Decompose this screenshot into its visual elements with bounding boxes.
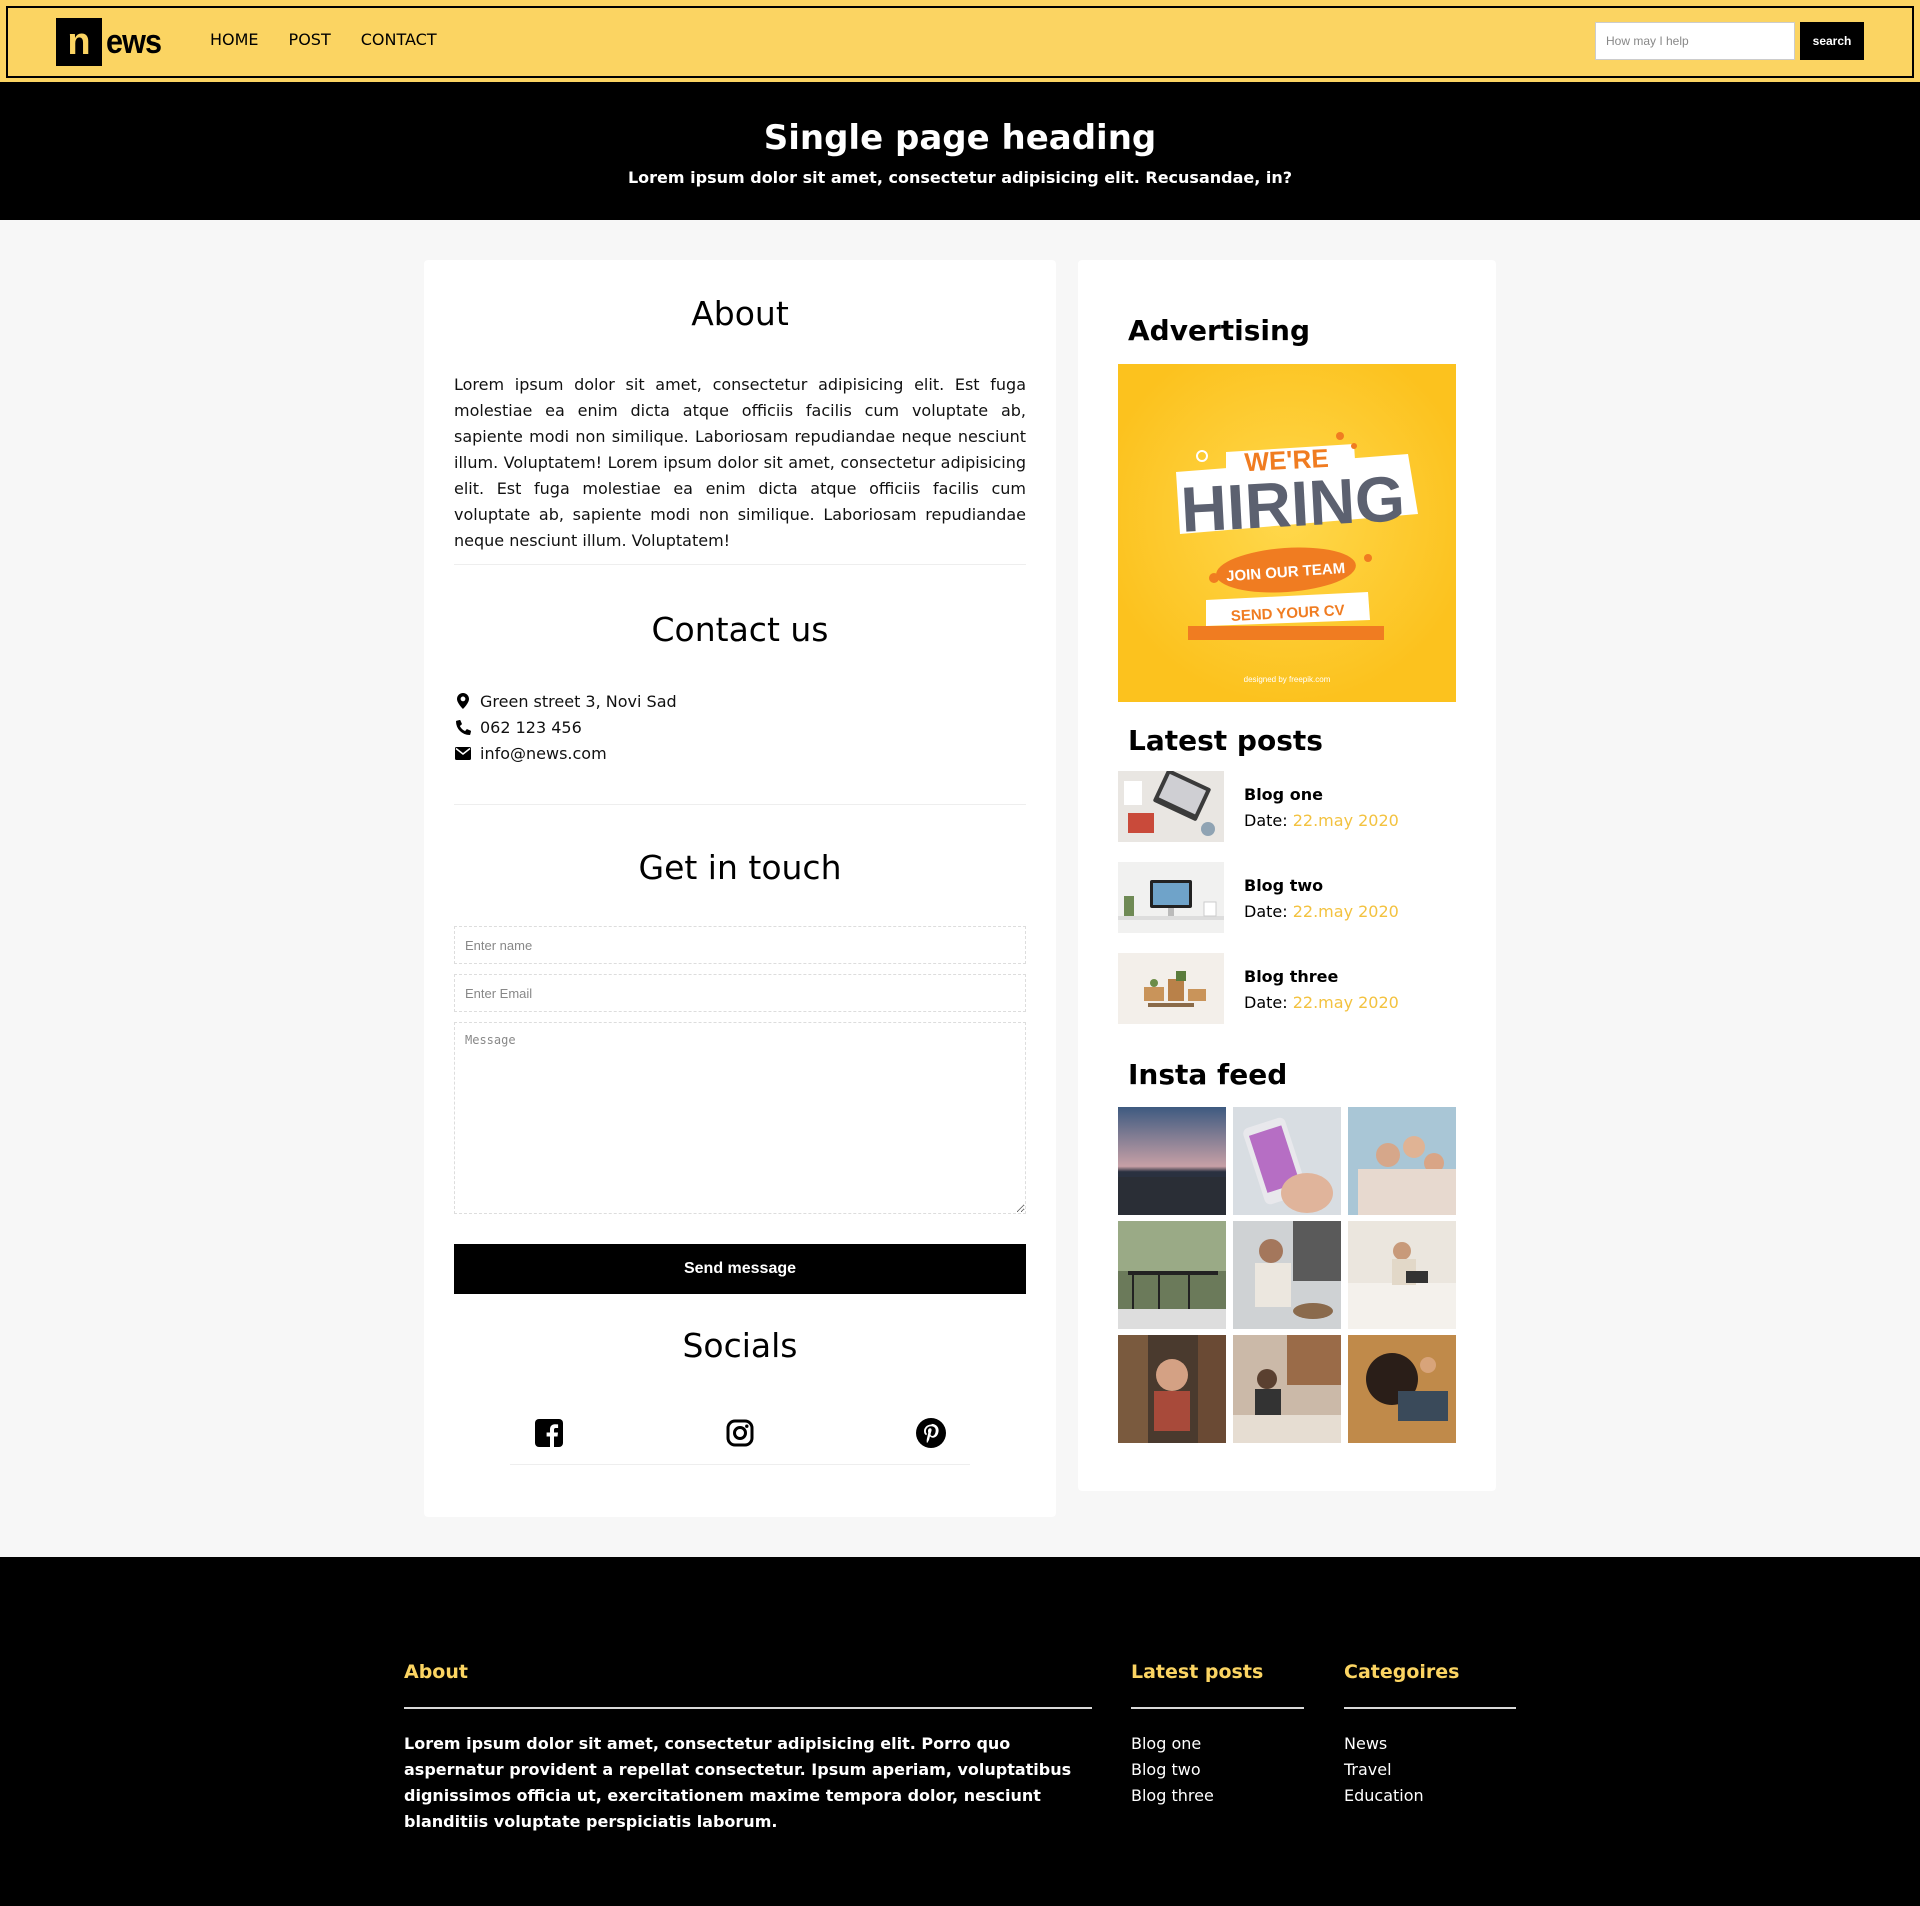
nav-post-link[interactable]: POST — [289, 30, 331, 49]
hiring-ad-banner[interactable]: WE'RE HIRING JOIN OUR TEAM SEND YOUR CV … — [1118, 364, 1456, 702]
post-date-value: 22.may 2020 — [1292, 993, 1399, 1012]
hero-banner: Single page heading Lorem ipsum dolor si… — [0, 82, 1920, 220]
latest-post-item[interactable]: Blog one Date: 22.may 2020 — [1118, 771, 1458, 843]
site-footer: About Lorem ipsum dolor sit amet, consec… — [0, 1557, 1920, 1906]
map-marker-icon — [454, 692, 472, 710]
latest-post-item[interactable]: Blog three Date: 22.may 2020 — [1118, 953, 1458, 1025]
contact-email[interactable]: info@news.com — [480, 744, 607, 763]
post-date-value: 22.may 2020 — [1292, 902, 1399, 921]
post-date: Date: 22.may 2020 — [1244, 902, 1399, 921]
nav-contact-link[interactable]: CONTACT — [361, 30, 437, 49]
insta-photo[interactable] — [1348, 1107, 1456, 1215]
search-input[interactable] — [1595, 22, 1795, 60]
about-text: Lorem ipsum dolor sit amet, consectetur … — [454, 375, 1026, 550]
footer-categories-list: News Travel Education — [1344, 1731, 1424, 1809]
insta-photo[interactable] — [1348, 1221, 1456, 1329]
footer-latest-title: Latest posts — [1131, 1661, 1264, 1683]
main-nav: HOME POST CONTACT — [210, 30, 437, 49]
pinterest-icon[interactable] — [914, 1416, 948, 1450]
footer-about-title: About — [404, 1661, 468, 1683]
envelope-icon — [454, 744, 472, 762]
footer-about-text: Lorem ipsum dolor sit amet, consectetur … — [404, 1734, 1072, 1831]
divider — [1344, 1707, 1516, 1709]
ad-credit: designed by freepik.com — [1244, 675, 1331, 684]
insta-photo[interactable] — [1118, 1107, 1226, 1215]
post-date-value: 22.may 2020 — [1292, 811, 1399, 830]
contact-list: Green street 3, Novi Sad 062 123 456 inf… — [454, 688, 677, 766]
post-title[interactable]: Blog one — [1244, 785, 1323, 804]
advertising-title: Advertising — [1128, 314, 1310, 347]
post-thumbnail[interactable] — [1118, 862, 1224, 933]
search-button[interactable]: search — [1800, 22, 1864, 60]
insta-photo[interactable] — [1233, 1335, 1341, 1443]
email-field[interactable] — [454, 974, 1026, 1012]
footer-latest-link[interactable]: Blog two — [1131, 1757, 1214, 1783]
post-thumbnail[interactable] — [1118, 771, 1224, 842]
footer-categories-title: Categoires — [1344, 1661, 1460, 1683]
phone-icon — [454, 718, 472, 736]
socials-title: Socials — [682, 1326, 798, 1365]
message-textarea[interactable] — [454, 1022, 1026, 1214]
get-in-touch-title: Get in touch — [638, 848, 842, 887]
post-date-label: Date: — [1244, 993, 1288, 1012]
contact-email-row: info@news.com — [454, 740, 677, 766]
contact-phone[interactable]: 062 123 456 — [480, 718, 582, 737]
post-thumbnail[interactable] — [1118, 953, 1224, 1024]
send-message-button[interactable]: Send message — [454, 1244, 1026, 1294]
post-title[interactable]: Blog two — [1244, 876, 1323, 895]
divider — [510, 1464, 970, 1465]
post-date: Date: 22.may 2020 — [1244, 993, 1399, 1012]
divider — [404, 1707, 1092, 1709]
logo-rest: ews — [106, 22, 162, 61]
latest-post-item[interactable]: Blog two Date: 22.may 2020 — [1118, 862, 1458, 934]
page-heading: Single page heading — [763, 118, 1157, 158]
facebook-icon[interactable] — [532, 1416, 566, 1450]
insta-photo[interactable] — [1348, 1335, 1456, 1443]
post-date: Date: 22.may 2020 — [1244, 811, 1399, 830]
insta-photo[interactable] — [1118, 1221, 1226, 1329]
post-date-label: Date: — [1244, 811, 1288, 830]
about-title: About — [691, 294, 789, 333]
page-subheading: Lorem ipsum dolor sit amet, consectetur … — [627, 168, 1293, 187]
divider — [454, 564, 1026, 565]
footer-category-link[interactable]: Education — [1344, 1783, 1424, 1809]
insta-photo[interactable] — [1118, 1335, 1226, 1443]
insta-photo[interactable] — [1233, 1107, 1341, 1215]
footer-category-link[interactable]: Travel — [1344, 1757, 1424, 1783]
nav-home-link[interactable]: HOME — [210, 30, 259, 49]
insta-feed-title: Insta feed — [1128, 1058, 1288, 1091]
contact-title: Contact us — [651, 610, 829, 649]
footer-latest-list: Blog one Blog two Blog three — [1131, 1731, 1214, 1809]
footer-category-link[interactable]: News — [1344, 1731, 1424, 1757]
divider — [1131, 1707, 1304, 1709]
post-title[interactable]: Blog three — [1244, 967, 1338, 986]
navbar: n ews HOME POST CONTACT search — [0, 0, 1920, 82]
insta-photo[interactable] — [1233, 1221, 1341, 1329]
site-logo[interactable]: n ews — [56, 18, 167, 66]
latest-posts-title: Latest posts — [1128, 724, 1323, 757]
contact-phone-row: 062 123 456 — [454, 714, 677, 740]
instagram-icon[interactable] — [723, 1416, 757, 1450]
logo-initial: n — [56, 18, 102, 66]
contact-address: Green street 3, Novi Sad — [480, 691, 677, 711]
name-field[interactable] — [454, 926, 1026, 964]
footer-latest-link[interactable]: Blog three — [1131, 1783, 1214, 1809]
ad-line2: HIRING — [1179, 462, 1406, 546]
footer-latest-link[interactable]: Blog one — [1131, 1731, 1214, 1757]
divider — [454, 804, 1026, 805]
contact-address-row: Green street 3, Novi Sad — [454, 688, 677, 714]
post-date-label: Date: — [1244, 902, 1288, 921]
sidebar-card: Advertising WE'RE HIRING JOIN OUR TEAM S… — [1078, 260, 1496, 1491]
main-card: About Lorem ipsum dolor sit amet, consec… — [424, 260, 1056, 1517]
